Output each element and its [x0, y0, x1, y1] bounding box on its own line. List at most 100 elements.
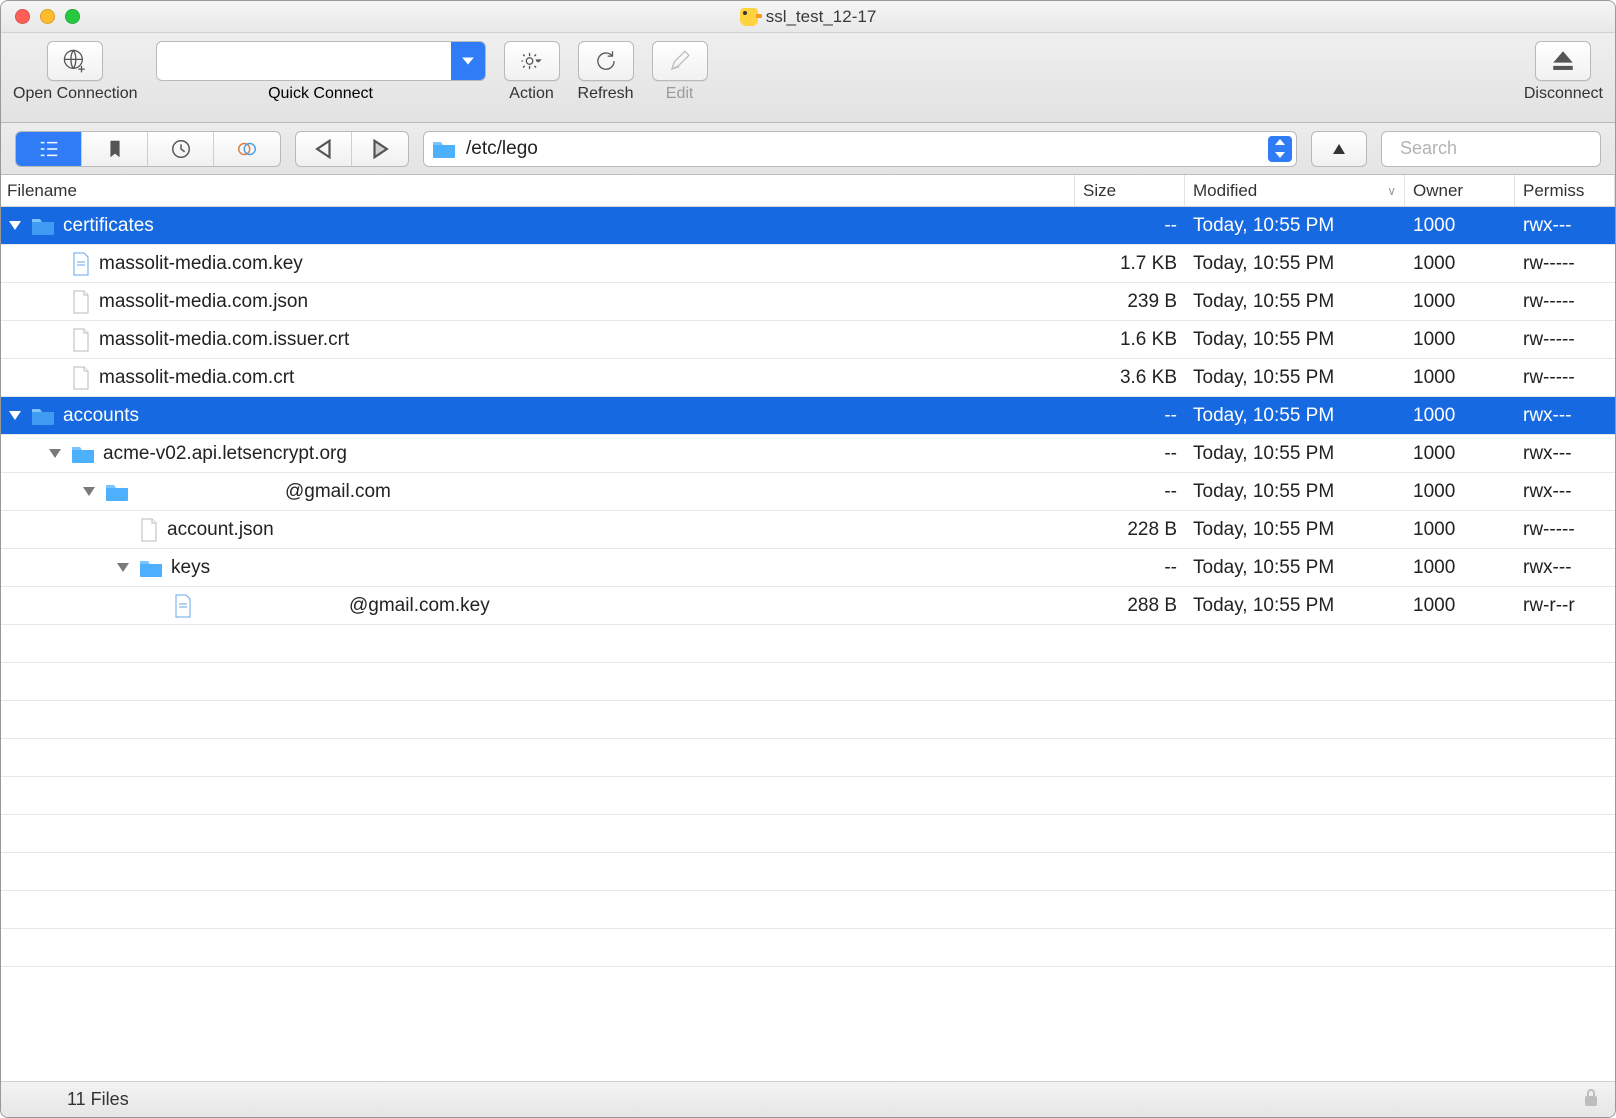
quick-connect-dropdown[interactable] — [451, 42, 485, 80]
open-connection-button[interactable] — [47, 41, 103, 81]
col-filename[interactable]: Filename — [1, 175, 1075, 206]
quick-connect-combo[interactable] — [156, 41, 486, 81]
open-connection-tool: Open Connection — [13, 41, 138, 103]
quick-connect-input[interactable] — [157, 42, 451, 80]
col-modified[interactable]: Modified∨ — [1185, 175, 1405, 206]
file-modified: Today, 10:55 PM — [1185, 481, 1405, 503]
file-permissions: rw----- — [1515, 253, 1615, 275]
table-row[interactable]: massolit-media.com.crt3.6 KBToday, 10:55… — [1, 359, 1615, 397]
file-size: 3.6 KB — [1075, 367, 1185, 389]
file-size: -- — [1075, 557, 1185, 579]
view-bonjour-button[interactable] — [214, 132, 280, 166]
file-size: 288 B — [1075, 595, 1185, 617]
edit-button[interactable] — [652, 41, 708, 81]
path-field[interactable]: /etc/lego — [423, 131, 1297, 167]
minimize-window-button[interactable] — [40, 9, 55, 24]
file-icon — [139, 518, 159, 542]
table-row[interactable]: certificates--Today, 10:55 PM1000rwx--- — [1, 207, 1615, 245]
file-modified: Today, 10:55 PM — [1185, 443, 1405, 465]
table-body[interactable]: certificates--Today, 10:55 PM1000rwx---m… — [1, 207, 1615, 1081]
file-modified: Today, 10:55 PM — [1185, 595, 1405, 617]
pencil-icon — [667, 48, 693, 74]
table-row[interactable]: massolit-media.com.key1.7 KBToday, 10:55… — [1, 245, 1615, 283]
file-owner: 1000 — [1405, 367, 1515, 389]
refresh-tool: Refresh — [578, 41, 634, 103]
file-owner: 1000 — [1405, 329, 1515, 351]
titlebar: ssl_test_12-17 — [1, 1, 1615, 33]
clock-icon — [170, 138, 192, 160]
file-modified: Today, 10:55 PM — [1185, 519, 1405, 541]
file-name: massolit-media.com.json — [99, 291, 308, 313]
search-input[interactable] — [1400, 138, 1616, 159]
file-name: accounts — [63, 405, 139, 427]
folder-icon — [31, 216, 55, 236]
col-permissions[interactable]: Permiss — [1515, 175, 1615, 206]
view-mode-segment — [15, 131, 281, 167]
navbar: /etc/lego — [1, 123, 1615, 175]
window-controls — [1, 9, 80, 24]
key-file-icon — [71, 252, 91, 276]
empty-row — [1, 777, 1615, 815]
file-permissions: rwx--- — [1515, 557, 1615, 579]
bonjour-icon — [236, 138, 258, 160]
file-owner: 1000 — [1405, 253, 1515, 275]
table-row[interactable]: massolit-media.com.json239 BToday, 10:55… — [1, 283, 1615, 321]
refresh-label: Refresh — [578, 85, 634, 103]
folder-icon — [71, 444, 95, 464]
file-permissions: rw----- — [1515, 519, 1615, 541]
go-up-button[interactable] — [1311, 131, 1367, 167]
file-modified: Today, 10:55 PM — [1185, 367, 1405, 389]
gear-icon — [519, 48, 545, 74]
view-bookmark-button[interactable] — [82, 132, 148, 166]
col-owner[interactable]: Owner — [1405, 175, 1515, 206]
empty-row — [1, 739, 1615, 777]
file-owner: 1000 — [1405, 443, 1515, 465]
table-row[interactable]: @gmail.com.key288 BToday, 10:55 PM1000rw… — [1, 587, 1615, 625]
nav-forward-button[interactable] — [352, 132, 408, 166]
path-stepper[interactable] — [1268, 136, 1292, 162]
view-outline-button[interactable] — [16, 132, 82, 166]
table-row[interactable]: keys--Today, 10:55 PM1000rwx--- — [1, 549, 1615, 587]
disclosure-triangle-icon[interactable] — [9, 409, 23, 423]
file-name: certificates — [63, 215, 154, 237]
refresh-button[interactable] — [578, 41, 634, 81]
file-modified: Today, 10:55 PM — [1185, 329, 1405, 351]
status-bar: 11 Files — [1, 1081, 1615, 1117]
file-owner: 1000 — [1405, 291, 1515, 313]
search-box[interactable] — [1381, 131, 1601, 167]
disclosure-triangle-icon[interactable] — [83, 485, 97, 499]
file-size: 228 B — [1075, 519, 1185, 541]
file-owner: 1000 — [1405, 481, 1515, 503]
nav-back-button[interactable] — [296, 132, 352, 166]
empty-row — [1, 929, 1615, 967]
disclosure-triangle-icon[interactable] — [9, 219, 23, 233]
file-name: keys — [171, 557, 210, 579]
close-window-button[interactable] — [15, 9, 30, 24]
disclosure-triangle-icon[interactable] — [117, 561, 131, 575]
file-size: 1.6 KB — [1075, 329, 1185, 351]
table-header: Filename Size Modified∨ Owner Permiss — [1, 175, 1615, 207]
disconnect-button[interactable] — [1535, 41, 1591, 81]
file-name: account.json — [167, 519, 274, 541]
table-row[interactable]: acme-v02.api.letsencrypt.org--Today, 10:… — [1, 435, 1615, 473]
zoom-window-button[interactable] — [65, 9, 80, 24]
view-history-button[interactable] — [148, 132, 214, 166]
table-row[interactable]: @gmail.com--Today, 10:55 PM1000rwx--- — [1, 473, 1615, 511]
file-owner: 1000 — [1405, 215, 1515, 237]
action-label: Action — [509, 85, 553, 103]
quick-connect-label: Quick Connect — [268, 85, 373, 103]
file-modified: Today, 10:55 PM — [1185, 405, 1405, 427]
file-size: 1.7 KB — [1075, 253, 1185, 275]
disclosure-triangle-icon[interactable] — [49, 447, 63, 461]
globe-plus-icon — [62, 48, 88, 74]
col-size[interactable]: Size — [1075, 175, 1185, 206]
file-owner: 1000 — [1405, 405, 1515, 427]
table-row[interactable]: accounts--Today, 10:55 PM1000rwx--- — [1, 397, 1615, 435]
edit-label: Edit — [666, 85, 694, 103]
action-button[interactable] — [504, 41, 560, 81]
refresh-icon — [593, 48, 619, 74]
file-icon — [71, 290, 91, 314]
outline-view-icon — [38, 138, 60, 160]
table-row[interactable]: massolit-media.com.issuer.crt1.6 KBToday… — [1, 321, 1615, 359]
table-row[interactable]: account.json228 BToday, 10:55 PM1000rw--… — [1, 511, 1615, 549]
